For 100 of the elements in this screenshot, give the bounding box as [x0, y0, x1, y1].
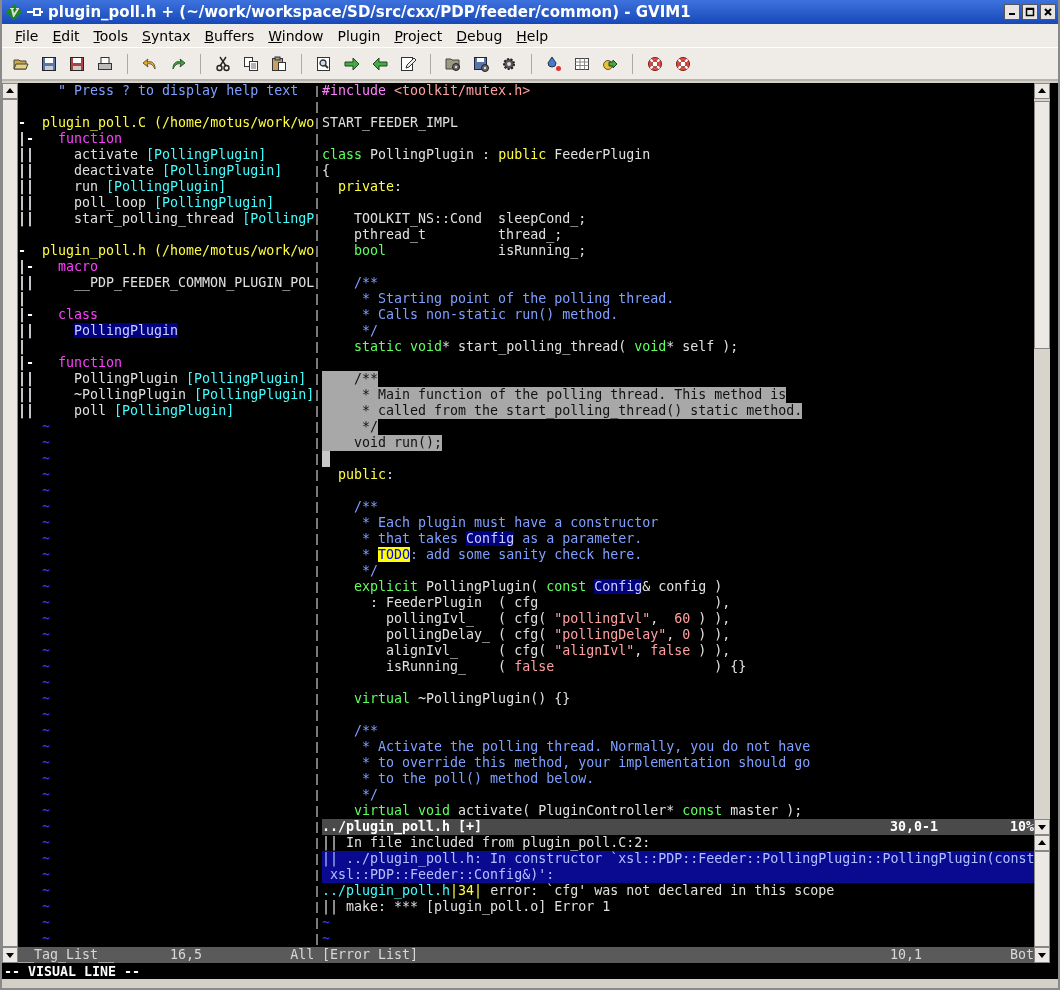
- empty-line-marker: ~: [42, 787, 51, 803]
- empty-line-marker: ~: [42, 691, 51, 707]
- code-line: * Calls non-static run() method.: [361, 307, 619, 323]
- empty-line-marker: ~: [42, 515, 51, 531]
- tag-list-line[interactable]: |- function: [18, 355, 123, 371]
- tag-list-line[interactable]: |- class: [18, 307, 99, 323]
- menu-item[interactable]: Window: [261, 27, 331, 44]
- tag-list-line[interactable]: || start_polling_thread [PollingP: [18, 211, 315, 227]
- tag-list-line[interactable]: || deactivate [PollingPlugin]: [18, 163, 283, 179]
- code-line: */: [361, 563, 379, 579]
- tag-list-line[interactable]: || run [PollingPlugin]: [18, 179, 227, 195]
- menu-item[interactable]: Help: [509, 27, 556, 44]
- empty-line-marker: ~: [42, 531, 51, 547]
- empty-line-marker: ~: [42, 611, 51, 627]
- code-line: * to override this method, your implementation should go: [361, 755, 811, 771]
- document-pen-icon: [400, 55, 416, 72]
- gear-icon: [501, 55, 517, 72]
- empty-line-marker: ~: [42, 883, 51, 899]
- code-line: : FeederPlugin ( cfg ),: [369, 595, 731, 611]
- tag-list-line[interactable]: - plugin_poll.C (/home/motus/work/wo: [18, 115, 315, 131]
- empty-line-marker: ~: [322, 931, 330, 947]
- save-all-icon: [69, 55, 85, 72]
- empty-line-marker: ~: [42, 803, 51, 819]
- menu-item[interactable]: Buffers: [197, 27, 262, 44]
- code-line: static void* start_polling_thread( void* self );: [353, 339, 739, 355]
- menu-item[interactable]: File: [8, 27, 46, 44]
- empty-line-marker: ~: [42, 467, 51, 483]
- tag-list-line[interactable]: - plugin_poll.h (/home/motus/work/wo: [18, 243, 315, 259]
- code-line: /**: [353, 499, 379, 515]
- minimize-button[interactable]: [1004, 4, 1020, 20]
- scrollbar-thumb[interactable]: [1034, 851, 1050, 947]
- menu-item[interactable]: Syntax: [135, 27, 198, 44]
- code-line: pollingDelay_ ( cfg( "pollingDelay", 0 ) ),: [385, 627, 731, 643]
- print-icon: [97, 55, 113, 72]
- error-list-entry[interactable]: ../plugin_poll.h|34| error: `cfg' was not declared in this scope: [322, 883, 1034, 899]
- code-line: * Starting point of the polling thread.: [361, 291, 675, 307]
- maximize-icon: [1025, 7, 1035, 17]
- empty-line-marker: ~: [42, 675, 51, 691]
- empty-line-marker: ~: [42, 643, 51, 659]
- menu-item[interactable]: Edit: [45, 27, 87, 44]
- window-title: plugin_poll.h + (~/work/workspace/SD/src/cxx/PDP/feeder/common) - GVIM1: [48, 3, 691, 21]
- disk-gear-icon: [473, 55, 489, 72]
- code-line: #include <toolkit/mutex.h>: [322, 83, 531, 99]
- tag-list-line[interactable]: |- macro: [18, 259, 99, 275]
- menu-item[interactable]: Tools: [86, 27, 136, 44]
- table-icon: [574, 55, 590, 72]
- code-line: /**: [353, 275, 379, 291]
- empty-line-marker: ~: [42, 755, 51, 771]
- empty-line-marker: ~: [42, 899, 51, 915]
- tag-list-line[interactable]: || activate [PollingPlugin]: [18, 147, 267, 163]
- tag-list-line[interactable]: |- function: [18, 131, 123, 147]
- menu-item[interactable]: Plugin: [330, 27, 388, 44]
- empty-line-marker: ~: [42, 451, 51, 467]
- undo-icon: [142, 55, 158, 72]
- redo-icon: [170, 55, 186, 72]
- maximize-button[interactable]: [1022, 4, 1038, 20]
- code-line: bool isRunning_;: [353, 243, 587, 259]
- tag-list-line[interactable]: || ~PollingPlugin [PollingPlugin]: [18, 387, 315, 403]
- code-line: virtual void activate( PluginController* const master );: [353, 803, 803, 819]
- back-arrow-icon: [372, 55, 388, 72]
- tag-list-line[interactable]: || __PDP_FEEDER_COMMON_PLUGIN_POL: [18, 275, 315, 291]
- app-logo-icon: [6, 4, 22, 20]
- scrollbar[interactable]: [1034, 835, 1050, 963]
- error-list-entry[interactable]: || In file included from plugin_poll.C:2:: [322, 835, 1034, 851]
- close-icon: [1043, 7, 1053, 17]
- empty-line-marker: ~: [42, 627, 51, 643]
- code-line: private:: [337, 179, 403, 195]
- empty-line-marker: ~: [42, 739, 51, 755]
- empty-line-marker: ~: [42, 915, 51, 931]
- help-hint: " Press ? to display help text: [58, 83, 299, 99]
- empty-line-marker: ~: [42, 547, 51, 563]
- code-line: * TODO: add some sanity check here.: [361, 547, 643, 563]
- code-line: pthread_t thread_;: [353, 227, 563, 243]
- tag-list-line[interactable]: || PollingPlugin [PollingPlugin]: [18, 371, 307, 387]
- scrollbar[interactable]: [1034, 83, 1050, 835]
- menu-item[interactable]: Project: [387, 27, 450, 44]
- save-icon: [41, 55, 57, 72]
- code-line: virtual ~PollingPlugin() {}: [353, 691, 571, 707]
- tag-list-line[interactable]: || poll_loop [PollingPlugin]: [18, 195, 275, 211]
- empty-line-marker: ~: [42, 835, 51, 851]
- empty-line-marker: ~: [42, 595, 51, 611]
- menu-item[interactable]: Debug: [449, 27, 510, 44]
- code-line: /**: [353, 723, 379, 739]
- mode-indicator: -- VISUAL LINE --: [3, 964, 141, 979]
- empty-line-marker: ~: [42, 723, 51, 739]
- paste-icon: [271, 55, 287, 72]
- forward-arrow-icon: [344, 55, 360, 72]
- code-line: pollingIvl_ ( cfg( "pollingIvl", 60 ) ),: [385, 611, 731, 627]
- scrollbar-thumb[interactable]: [1034, 101, 1050, 349]
- empty-line-marker: ~: [42, 579, 51, 595]
- code-line: {: [322, 163, 330, 179]
- folder-gear-icon: [445, 55, 461, 72]
- tag-list-line[interactable]: || poll [PollingPlugin]: [18, 403, 235, 419]
- copy-icon: [243, 55, 259, 72]
- code-line: * that takes Config as a parameter.: [361, 531, 643, 547]
- error-list-entry[interactable]: || make: *** [plugin_poll.o] Error 1: [322, 899, 1034, 915]
- error-list-entry[interactable]: || ../plugin_poll.h: In constructor `xsl::PDP::Feeder::PollingPlugin::PollingPlugin(const xsl::PDP::Feeder::Config&)':: [322, 851, 1034, 883]
- close-button[interactable]: [1040, 4, 1056, 20]
- code-line: */: [361, 323, 379, 339]
- empty-line-marker: ~: [42, 659, 51, 675]
